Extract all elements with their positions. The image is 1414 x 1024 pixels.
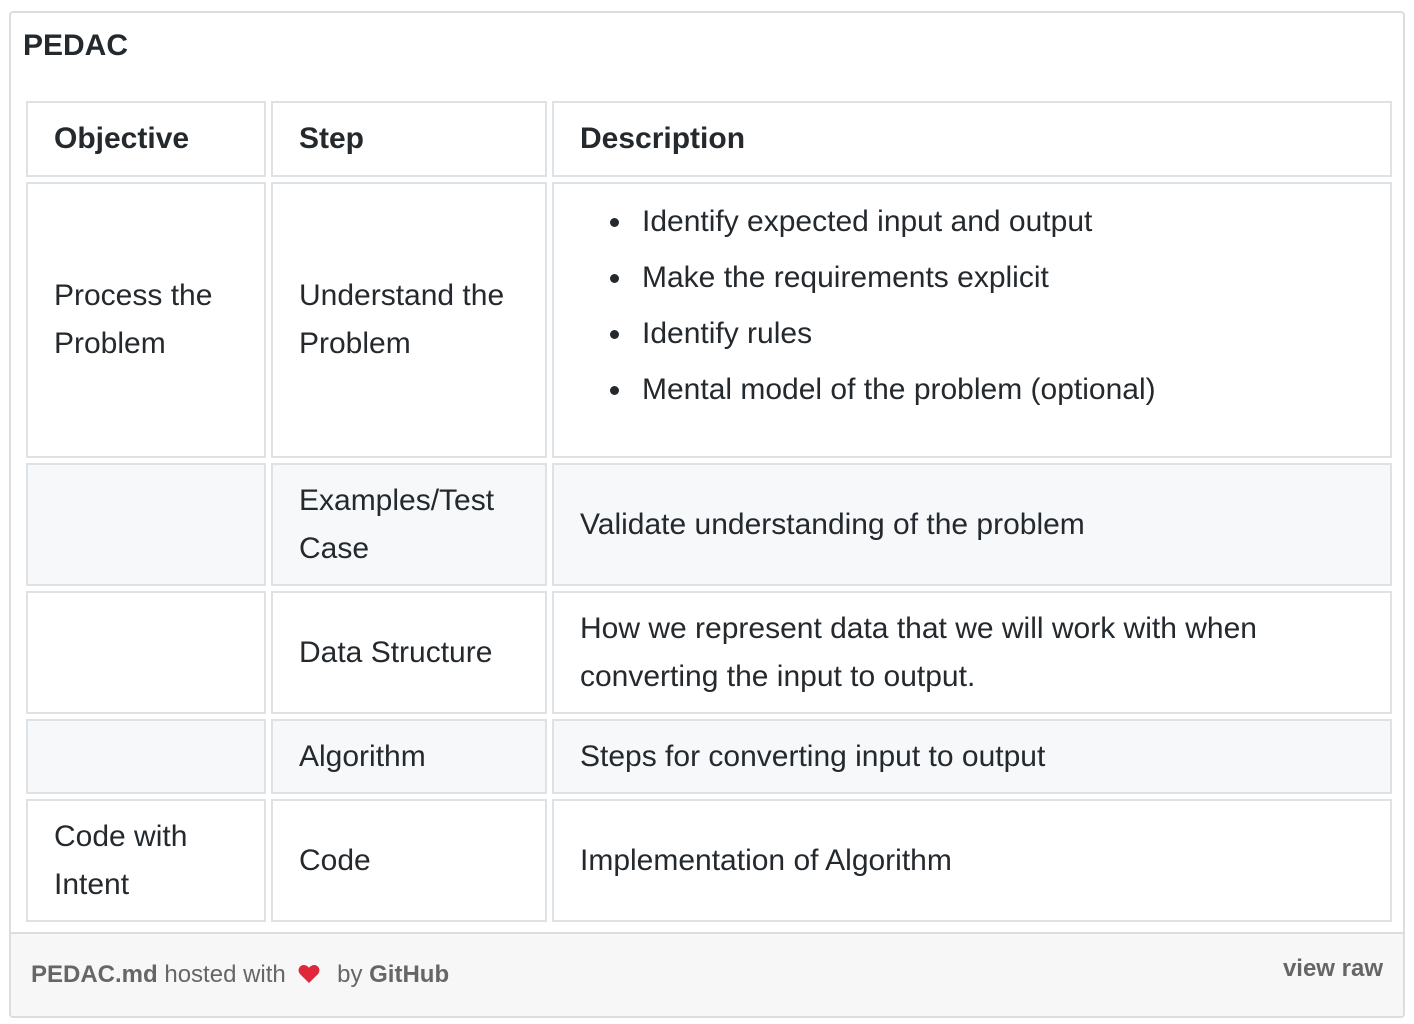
header-description: Description [552, 101, 1392, 177]
cell-description: How we represent data that we will work … [552, 591, 1392, 714]
cell-objective: Code with Intent [26, 799, 266, 922]
view-raw-link[interactable]: view raw [1283, 954, 1383, 984]
table-row: Code with Intent Code Implementation of … [26, 799, 1392, 922]
gist-container: PEDAC Objective Step Description Process… [9, 11, 1405, 1018]
file-name-link[interactable]: PEDAC.md [31, 961, 158, 988]
description-list: Identify expected input and output Make … [580, 194, 1364, 418]
cell-step: Understand the Problem [271, 182, 547, 458]
cell-objective: Process the Problem [26, 182, 266, 458]
gist-title: PEDAC [23, 29, 129, 62]
table-row: Examples/Test Case Validate understandin… [26, 463, 1392, 586]
gist-footer: PEDAC.md hosted with by GitHub view raw [11, 932, 1403, 1016]
hosted-with-text: hosted with [164, 961, 286, 988]
list-item: Make the requirements explicit [610, 250, 1364, 306]
footer-meta: PEDAC.md hosted with by GitHub [31, 960, 449, 990]
cell-objective [26, 719, 266, 794]
github-link[interactable]: GitHub [369, 961, 449, 988]
table-row: Process the Problem Understand the Probl… [26, 182, 1392, 458]
table-row: Algorithm Steps for converting input to … [26, 719, 1392, 794]
list-item: Mental model of the problem (optional) [610, 362, 1364, 418]
list-item: Identify expected input and output [610, 194, 1364, 250]
cell-description: Steps for converting input to output [552, 719, 1392, 794]
table-header-row: Objective Step Description [26, 101, 1392, 177]
by-text: by [337, 961, 363, 988]
cell-description: Implementation of Algorithm [552, 799, 1392, 922]
cell-description: Identify expected input and output Make … [552, 182, 1392, 458]
cell-objective [26, 591, 266, 714]
cell-step: Algorithm [271, 719, 547, 794]
cell-objective [26, 463, 266, 586]
header-step: Step [271, 101, 547, 177]
list-item: Identify rules [610, 306, 1364, 362]
pedac-table: Objective Step Description Process the P… [21, 96, 1397, 927]
cell-step: Code [271, 799, 547, 922]
cell-step: Examples/Test Case [271, 463, 547, 586]
cell-step: Data Structure [271, 591, 547, 714]
heart-icon [298, 962, 320, 983]
cell-description: Validate understanding of the problem [552, 463, 1392, 586]
header-objective: Objective [26, 101, 266, 177]
table-row: Data Structure How we represent data tha… [26, 591, 1392, 714]
